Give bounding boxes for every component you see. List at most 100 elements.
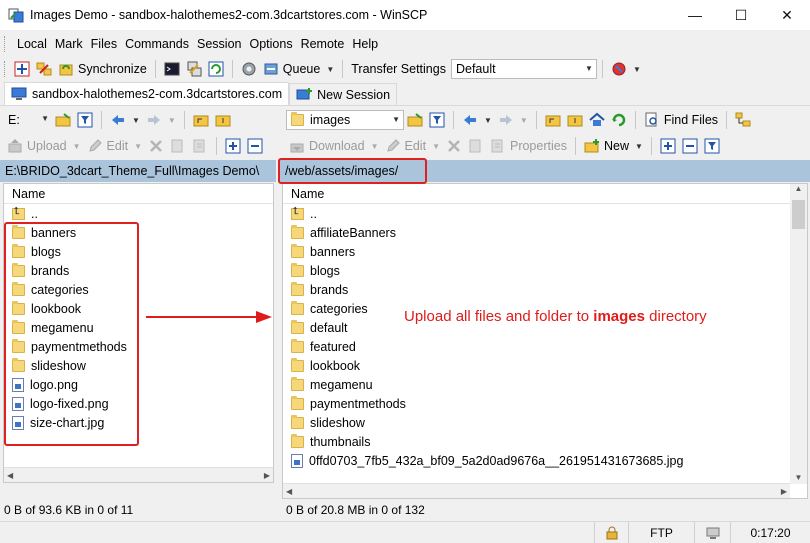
remote-refresh-button[interactable] — [608, 109, 630, 131]
putty-button[interactable] — [183, 58, 205, 80]
menu-local[interactable]: Local — [13, 37, 51, 51]
minimize-button[interactable]: — — [672, 0, 718, 30]
remote-open-folder-button[interactable] — [404, 109, 426, 131]
remote-filter-button[interactable] — [426, 109, 448, 131]
window-title: Images Demo - sandbox-halothemes2-com.3d… — [30, 8, 428, 22]
title-bar: Images Demo - sandbox-halothemes2-com.3d… — [0, 0, 810, 30]
local-column-name[interactable]: Name — [4, 184, 273, 204]
parent-label: .. — [31, 206, 38, 221]
rename-icon — [170, 138, 186, 154]
remote-edit-button[interactable]: Edit ▼ — [382, 135, 443, 157]
folder-icon — [291, 281, 304, 296]
remote-root-dir-button[interactable] — [564, 109, 586, 131]
remote-file-row[interactable]: brands — [283, 280, 788, 299]
menu-help[interactable]: Help — [348, 37, 382, 51]
local-drive-select[interactable]: E: ▼ — [4, 110, 52, 130]
remote-delete-button[interactable] — [443, 135, 465, 157]
remote-file-row[interactable]: paymentmethods — [283, 394, 788, 413]
remote-file-row[interactable]: 0ffd0703_7fb5_432a_bf09_5a2d0ad9676a__26… — [283, 451, 788, 470]
remote-parent-dir-button[interactable] — [542, 109, 564, 131]
local-parent-row[interactable]: .. — [4, 204, 273, 223]
compare-button[interactable] — [33, 58, 55, 80]
remote-home-button[interactable] — [586, 109, 608, 131]
remote-folder-select[interactable]: images ▼ — [286, 110, 404, 130]
remote-file-row[interactable]: affiliateBanners — [283, 223, 788, 242]
remote-file-row[interactable]: thumbnails — [283, 432, 788, 451]
chevron-down-icon: ▼ — [519, 115, 528, 125]
find-files-button[interactable]: Find Files — [641, 109, 721, 131]
local-edit-button[interactable]: Edit ▼ — [84, 135, 145, 157]
remote-folder-value: images — [310, 113, 351, 127]
remote-file-row[interactable]: blogs — [283, 261, 788, 280]
scrollbar-thumb[interactable] — [792, 200, 805, 229]
tab-new-session-label: New Session — [317, 87, 391, 102]
remote-horizontal-scrollbar[interactable]: ◀ ▶ — [283, 483, 790, 498]
remote-file-row[interactable]: slideshow — [283, 413, 788, 432]
new-button[interactable]: New ▼ — [581, 135, 646, 157]
refresh-session-button[interactable] — [205, 58, 227, 80]
download-button[interactable]: Download ▼ — [286, 135, 382, 157]
remote-properties-button[interactable]: Properties — [487, 135, 570, 157]
local-rename-button[interactable] — [167, 135, 189, 157]
chevron-down-icon: ▼ — [634, 141, 643, 151]
synchronize-button[interactable]: Synchronize — [55, 58, 150, 80]
local-root-dir-button[interactable] — [212, 109, 234, 131]
plus-grid-icon — [14, 61, 30, 77]
menu-mark[interactable]: Mark — [51, 37, 87, 51]
folder-icon — [291, 300, 304, 315]
local-select-button[interactable] — [222, 135, 244, 157]
local-horizontal-scrollbar[interactable]: ◀ ▶ — [4, 467, 273, 482]
queue-button[interactable]: Queue ▼ — [260, 58, 337, 80]
transfer-settings-select[interactable]: Default ▼ — [450, 59, 597, 79]
remote-file-row[interactable]: lookbook — [283, 356, 788, 375]
remote-file-row[interactable]: banners — [283, 242, 788, 261]
local-properties-button[interactable] — [189, 135, 211, 157]
local-unselect-button[interactable] — [244, 135, 266, 157]
remote-file-row[interactable]: megamenu — [283, 375, 788, 394]
close-button[interactable]: ✕ — [764, 0, 810, 30]
tab-new-session[interactable]: New Session — [289, 83, 398, 105]
local-open-folder-button[interactable] — [52, 109, 74, 131]
refresh-icon — [611, 112, 627, 128]
local-back-button[interactable]: ▼ — [107, 109, 143, 131]
remote-file-row[interactable]: featured — [283, 337, 788, 356]
remote-filter-select-button[interactable] — [701, 135, 723, 157]
menu-remote[interactable]: Remote — [297, 37, 349, 51]
folder-icon — [291, 243, 304, 258]
menu-files[interactable]: Files — [87, 37, 121, 51]
remote-vertical-scrollbar[interactable]: ▲ ▼ — [790, 184, 807, 484]
console-button[interactable] — [161, 58, 183, 80]
preferences-button[interactable] — [238, 58, 260, 80]
local-forward-button[interactable]: ▼ — [143, 109, 179, 131]
add-local-button[interactable] — [11, 58, 33, 80]
local-delete-button[interactable] — [145, 135, 167, 157]
remote-rename-button[interactable] — [465, 135, 487, 157]
separator — [231, 60, 233, 78]
scroll-right-icon: ▶ — [780, 486, 787, 496]
remote-file-panel: Name .. affiliateBanners banners blogs bran… — [282, 183, 808, 499]
remote-parent-row[interactable]: .. — [283, 204, 807, 223]
scroll-down-icon: ▼ — [794, 473, 803, 482]
upload-button[interactable]: Upload ▼ — [4, 135, 84, 157]
find-files-label: Find Files — [663, 113, 719, 127]
local-path-bar[interactable]: E:\BRIDO_3dcart_Theme_Full\Images Demo\ — [0, 160, 276, 182]
remote-forward-button[interactable]: ▼ — [495, 109, 531, 131]
remote-back-button[interactable]: ▼ — [459, 109, 495, 131]
separator — [634, 111, 636, 129]
remote-select-button[interactable] — [657, 135, 679, 157]
separator — [535, 111, 537, 129]
separator — [342, 60, 344, 78]
disconnect-button[interactable]: ▼ — [608, 58, 644, 80]
tree-toggle-button[interactable] — [732, 109, 754, 131]
separator — [216, 137, 218, 155]
maximize-button[interactable]: ☐ — [718, 0, 764, 30]
local-column-name-label: Name — [12, 186, 46, 201]
menu-session[interactable]: Session — [193, 37, 245, 51]
remote-unselect-button[interactable] — [679, 135, 701, 157]
local-parent-dir-button[interactable] — [190, 109, 212, 131]
tab-session[interactable]: sandbox-halothemes2-com.3dcartstores.com — [4, 82, 290, 105]
menu-commands[interactable]: Commands — [121, 37, 193, 51]
local-filter-button[interactable] — [74, 109, 96, 131]
menu-options[interactable]: Options — [245, 37, 296, 51]
remote-column-name[interactable]: Name — [283, 184, 807, 204]
